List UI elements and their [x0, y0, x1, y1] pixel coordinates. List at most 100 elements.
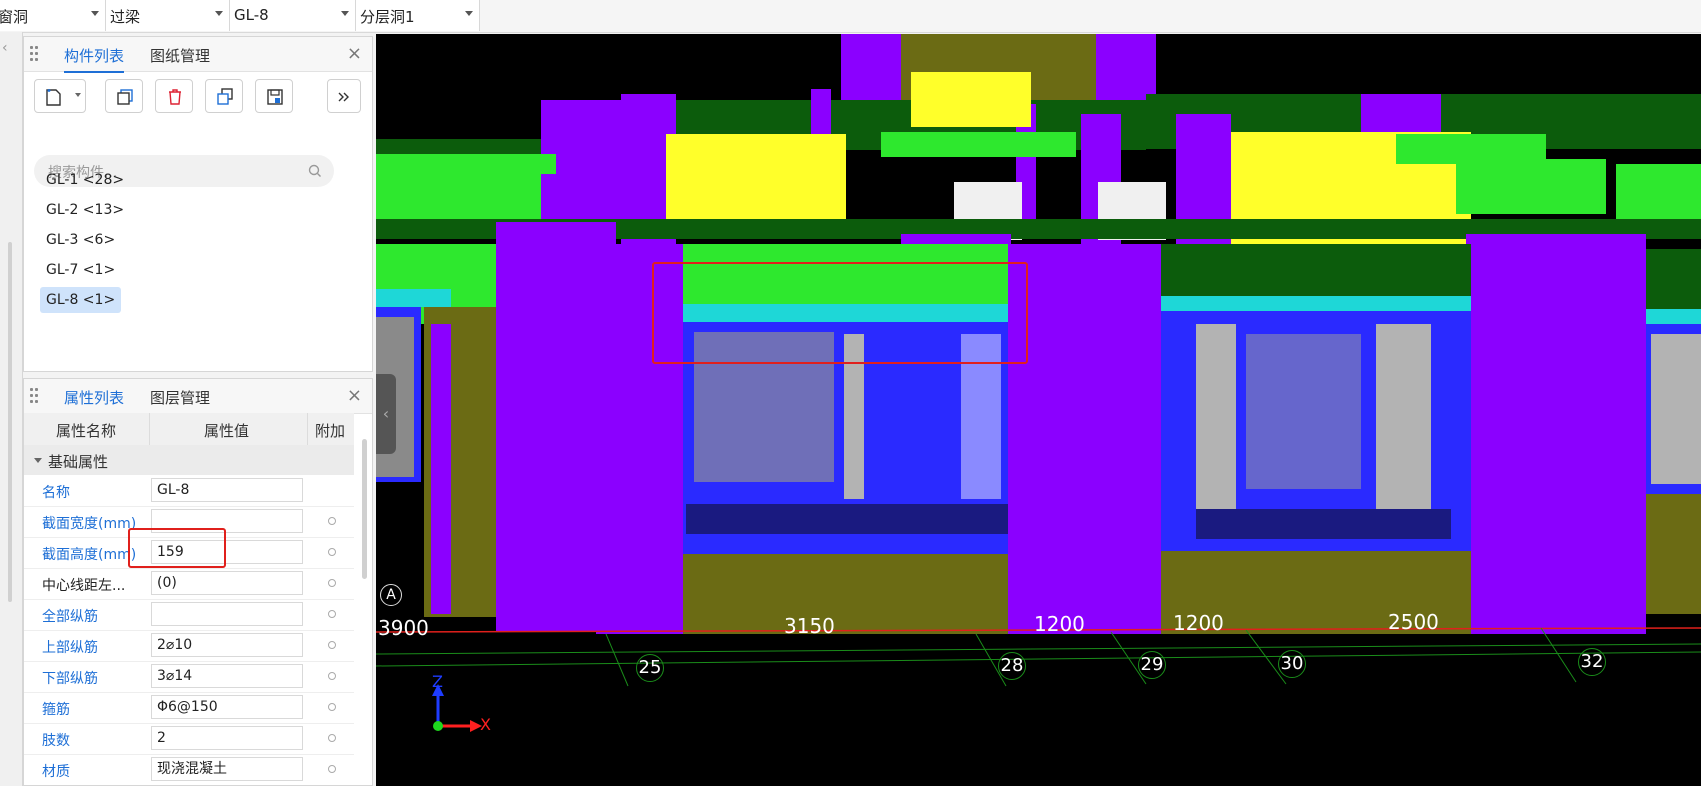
- property-name: 全部纵筋: [42, 609, 98, 625]
- table-row[interactable]: 肢数 2: [24, 723, 354, 755]
- table-row[interactable]: 中心线距左... (0): [24, 568, 354, 600]
- property-value[interactable]: 现浇混凝土: [151, 757, 303, 781]
- property-value[interactable]: 3⌀14: [151, 664, 303, 688]
- collapse-triangle-icon[interactable]: [34, 458, 42, 463]
- column-header-name: 属性名称: [56, 422, 117, 440]
- highlight-box: [652, 262, 1028, 364]
- drag-handle-icon[interactable]: [30, 46, 40, 62]
- component-type-dropdown[interactable]: 过梁: [106, 0, 230, 31]
- chevron-down-icon: [341, 11, 349, 16]
- property-value[interactable]: (0): [151, 571, 303, 595]
- chevron-down-icon: [75, 93, 81, 97]
- table-row[interactable]: 材质 现浇混凝土: [24, 754, 354, 785]
- dimension-label: 3900: [378, 616, 429, 640]
- grid-marker: 29: [1138, 651, 1166, 679]
- close-icon[interactable]: ×: [347, 43, 362, 64]
- dropdown-value: GL-8: [234, 6, 269, 24]
- column-header-value: 属性值: [204, 422, 250, 440]
- axis-marker: A: [380, 584, 402, 606]
- dimension-label: 2500: [1388, 610, 1439, 634]
- trash-icon: [169, 89, 181, 105]
- copy-component-button[interactable]: [105, 79, 143, 113]
- new-file-icon: [46, 89, 61, 106]
- list-item[interactable]: GL-7 <1>: [40, 257, 121, 283]
- layers-copy-icon: [217, 88, 233, 105]
- search-icon: [308, 164, 321, 177]
- axis-label-x: X: [480, 715, 491, 734]
- property-value[interactable]: Φ6@150: [151, 695, 303, 719]
- extra-checkbox[interactable]: [328, 517, 336, 525]
- 3d-viewport[interactable]: A 3900 3150 1200 1200 2500 25 28 29 30 3…: [376, 34, 1701, 786]
- extra-checkbox[interactable]: [328, 641, 336, 649]
- collapse-left-icon[interactable]: ‹: [2, 40, 8, 56]
- extra-checkbox[interactable]: [328, 734, 336, 742]
- duplicate-floor-button[interactable]: [205, 79, 243, 113]
- left-collapsed-strip: ‹: [0, 32, 23, 786]
- table-row[interactable]: 全部纵筋: [24, 599, 354, 631]
- property-name: 材质: [42, 764, 70, 780]
- panel-toggle-handle[interactable]: ‹: [376, 374, 396, 454]
- property-name: 上部纵筋: [42, 640, 98, 656]
- save-icon: [267, 89, 283, 105]
- scrollbar[interactable]: [8, 242, 12, 602]
- dimension-label: 3150: [784, 614, 835, 638]
- component-name-dropdown[interactable]: GL-8: [230, 0, 356, 31]
- copy-icon: [117, 89, 133, 105]
- list-item[interactable]: GL-3 <6>: [40, 227, 121, 253]
- extra-checkbox[interactable]: [328, 672, 336, 680]
- tab-drawing-management[interactable]: 图纸管理: [150, 45, 210, 66]
- group-basic-properties[interactable]: 基础属性: [24, 445, 354, 475]
- top-toolbar: 窗洞 过梁 GL-8 分层洞1: [0, 0, 1701, 33]
- column-header-extra: 附加: [315, 422, 346, 440]
- property-name: 箍筋: [42, 702, 70, 718]
- extra-checkbox[interactable]: [328, 579, 336, 587]
- layer-dropdown[interactable]: 分层洞1: [356, 0, 480, 31]
- list-item[interactable]: GL-1 <28>: [40, 167, 130, 193]
- property-value[interactable]: 2: [151, 726, 303, 750]
- dimension-label: 1200: [1034, 612, 1085, 636]
- group-title: 基础属性: [48, 453, 109, 471]
- double-chevron-right-icon: [338, 92, 349, 102]
- delete-component-button[interactable]: [155, 79, 193, 113]
- close-icon[interactable]: ×: [347, 385, 362, 406]
- table-row[interactable]: 上部纵筋 2⌀10: [24, 630, 354, 662]
- tab-layer-management[interactable]: 图层管理: [150, 387, 210, 408]
- new-component-button[interactable]: [34, 79, 86, 113]
- grid-marker: 25: [636, 654, 664, 682]
- grid-marker: 28: [998, 652, 1026, 680]
- more-button[interactable]: [327, 79, 361, 113]
- axis-label-z: Z: [432, 672, 443, 691]
- property-name: 名称: [42, 485, 70, 501]
- property-value[interactable]: [151, 602, 303, 626]
- dimension-label: 1200: [1173, 611, 1224, 635]
- panel-tabs: 属性列表 图层管理 ×: [24, 379, 372, 415]
- extra-checkbox[interactable]: [328, 610, 336, 618]
- table-row[interactable]: 名称 GL-8: [24, 475, 354, 507]
- panel-tabs: 构件列表 图纸管理 ×: [24, 37, 372, 73]
- drag-handle-icon[interactable]: [30, 388, 40, 404]
- property-value[interactable]: GL-8: [151, 478, 303, 502]
- dropdown-value: 分层洞1: [360, 8, 415, 26]
- list-item-selected[interactable]: GL-8 <1>: [40, 287, 122, 313]
- extra-checkbox[interactable]: [328, 765, 336, 773]
- list-item[interactable]: GL-2 <13>: [40, 197, 130, 223]
- extra-checkbox[interactable]: [328, 548, 336, 556]
- scrollbar[interactable]: [362, 439, 367, 579]
- table-row[interactable]: 下部纵筋 3⌀14: [24, 661, 354, 693]
- highlight-box: [128, 528, 226, 568]
- building-3d-model: [376, 34, 1701, 732]
- extra-checkbox[interactable]: [328, 703, 336, 711]
- floor-opening-dropdown[interactable]: 窗洞: [0, 0, 106, 31]
- chevron-down-icon: [91, 11, 99, 16]
- tab-component-list[interactable]: 构件列表: [64, 45, 125, 73]
- save-template-button[interactable]: [255, 79, 293, 113]
- chevron-down-icon: [215, 11, 223, 16]
- property-name: 中心线距左...: [42, 578, 126, 594]
- tab-property-list[interactable]: 属性列表: [64, 387, 125, 415]
- table-row[interactable]: 箍筋 Φ6@150: [24, 692, 354, 724]
- component-list-panel: 构件列表 图纸管理 × 搜索构件... GL-1 <28> GL-2 <13> …: [23, 36, 373, 372]
- dropdown-value: 过梁: [110, 8, 141, 26]
- property-value[interactable]: 2⌀10: [151, 633, 303, 657]
- chevron-down-icon: [465, 11, 473, 16]
- property-name: 肢数: [42, 733, 70, 749]
